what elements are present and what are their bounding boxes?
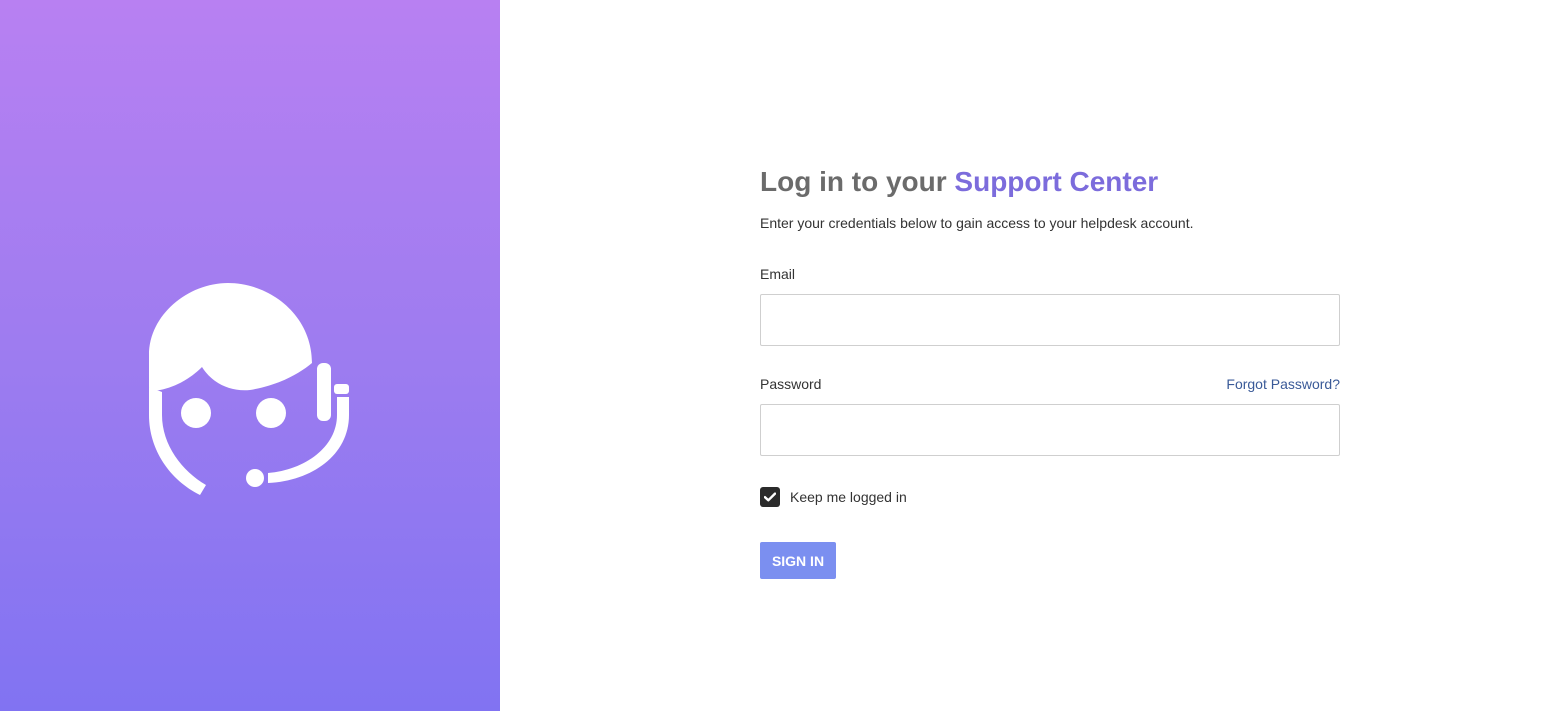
title-accent: Support Center (954, 166, 1159, 197)
support-agent-headset-icon (149, 283, 349, 495)
title-prefix: Log in to your (760, 166, 955, 197)
remember-me-label: Keep me logged in (790, 488, 907, 505)
password-group: Password Forgot Password? (760, 374, 1340, 456)
password-field[interactable] (760, 404, 1340, 456)
email-group: Email (760, 264, 1340, 346)
remember-me-checkbox[interactable] (760, 486, 780, 507)
forgot-password-link[interactable]: Forgot Password? (1226, 376, 1340, 392)
brand-panel (0, 0, 500, 711)
login-form: Log in to your Support Center Enter your… (760, 164, 1340, 579)
login-panel: Log in to your Support Center Enter your… (500, 0, 1560, 711)
email-label: Email (760, 266, 796, 282)
page-title: Log in to your Support Center (760, 164, 1340, 200)
email-field[interactable] (760, 294, 1340, 346)
password-label-row: Password Forgot Password? (760, 374, 1340, 394)
page-subtitle: Enter your credentials below to gain acc… (760, 215, 1194, 231)
sign-in-button[interactable]: SIGN IN (760, 542, 836, 579)
email-label-row: Email (760, 264, 1340, 284)
password-label: Password (760, 376, 822, 392)
checkmark-icon (764, 491, 776, 501)
login-page: Log in to your Support Center Enter your… (0, 0, 1560, 711)
remember-me-row: Keep me logged in (760, 486, 1340, 507)
